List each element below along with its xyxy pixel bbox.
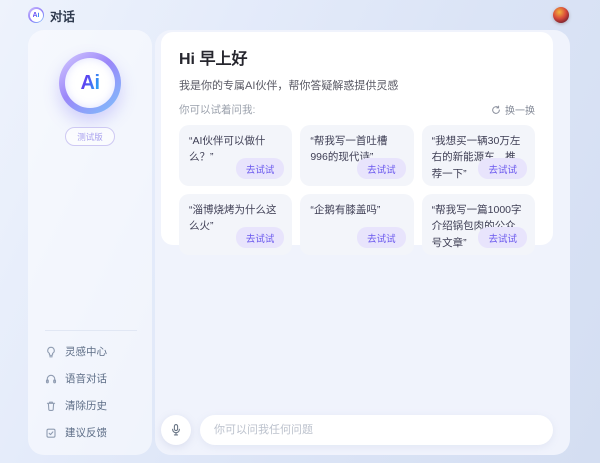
- sidebar-item-feedback[interactable]: 建议反馈: [45, 419, 152, 446]
- app-window: Ai 对话 Ai 测试版 灵感中心: [0, 0, 600, 463]
- trash-icon: [45, 400, 57, 412]
- try-button[interactable]: 去试试: [357, 158, 406, 179]
- app-logo[interactable]: Ai 对话: [28, 6, 75, 25]
- ai-logo-icon: Ai: [28, 7, 44, 23]
- suggestion-header-row: 你可以试着问我: 换一换: [179, 102, 535, 117]
- sidebar-item-label: 建议反馈: [65, 425, 107, 440]
- ai-assistant-logo: Ai: [59, 52, 121, 114]
- mic-button[interactable]: [161, 415, 191, 445]
- try-button[interactable]: 去试试: [478, 158, 527, 179]
- sidebar: Ai 测试版 灵感中心 语音对话: [28, 30, 152, 455]
- sidebar-nav: 灵感中心 语音对话 清除历史: [28, 330, 152, 455]
- user-avatar[interactable]: [553, 7, 569, 23]
- try-button[interactable]: 去试试: [236, 158, 285, 179]
- suggestion-card[interactable]: “帮我写一篇1000字介绍锅包肉的公众号文章” 去试试: [422, 194, 535, 255]
- app-title: 对话: [50, 6, 75, 25]
- greeting-card: Hi 早上好 我是你的专属AI伙伴，帮你答疑解惑提供灵感 你可以试着问我: 换一…: [161, 32, 553, 245]
- refresh-label: 换一换: [505, 102, 535, 117]
- greeting-subtitle: 我是你的专属AI伙伴，帮你答疑解惑提供灵感: [179, 77, 535, 93]
- microphone-icon: [169, 423, 183, 437]
- suggestion-card[interactable]: “AI伙伴可以做什么？” 去试试: [179, 125, 292, 186]
- sidebar-item-label: 灵感中心: [65, 344, 107, 359]
- sidebar-item-voice-chat[interactable]: 语音对话: [45, 365, 152, 392]
- refresh-icon: [491, 105, 501, 115]
- sidebar-item-label: 清除历史: [65, 398, 107, 413]
- ai-logo-mini-text: Ai: [33, 12, 40, 19]
- suggestion-card[interactable]: “我想买一辆30万左右的新能源车，推荐一下” 去试试: [422, 125, 535, 186]
- chat-input[interactable]: [200, 415, 553, 445]
- ai-logo-inner: Ai: [65, 58, 115, 108]
- sidebar-item-clear-history[interactable]: 清除历史: [45, 392, 152, 419]
- main-panel: Hi 早上好 我是你的专属AI伙伴，帮你答疑解惑提供灵感 你可以试着问我: 换一…: [155, 30, 570, 455]
- greeting-title: Hi 早上好: [179, 45, 535, 69]
- ai-logo-text: Ai: [81, 72, 100, 95]
- feedback-icon: [45, 427, 57, 439]
- lightbulb-icon: [45, 346, 57, 358]
- suggestion-grid: “AI伙伴可以做什么？” 去试试 “帮我写一首吐槽996的现代诗” 去试试 “我…: [179, 125, 535, 255]
- suggestion-card[interactable]: “企鹅有膝盖吗” 去试试: [300, 194, 413, 255]
- try-button[interactable]: 去试试: [357, 227, 406, 248]
- sidebar-divider: [45, 330, 137, 331]
- try-button[interactable]: 去试试: [236, 227, 285, 248]
- suggestion-card[interactable]: “淄博烧烤为什么这么火” 去试试: [179, 194, 292, 255]
- beta-badge: 测试版: [65, 127, 115, 146]
- sidebar-item-label: 语音对话: [65, 371, 107, 386]
- top-bar: Ai 对话: [0, 0, 600, 30]
- refresh-suggestions-button[interactable]: 换一换: [491, 102, 535, 117]
- try-button[interactable]: 去试试: [478, 227, 527, 248]
- sidebar-item-inspiration[interactable]: 灵感中心: [45, 338, 152, 365]
- suggestion-card[interactable]: “帮我写一首吐槽996的现代诗” 去试试: [300, 125, 413, 186]
- headset-icon: [45, 373, 57, 385]
- suggestion-text: “企鹅有膝盖吗”: [310, 204, 380, 216]
- chat-input-row: [161, 415, 553, 445]
- prompt-hint: 你可以试着问我:: [179, 102, 255, 117]
